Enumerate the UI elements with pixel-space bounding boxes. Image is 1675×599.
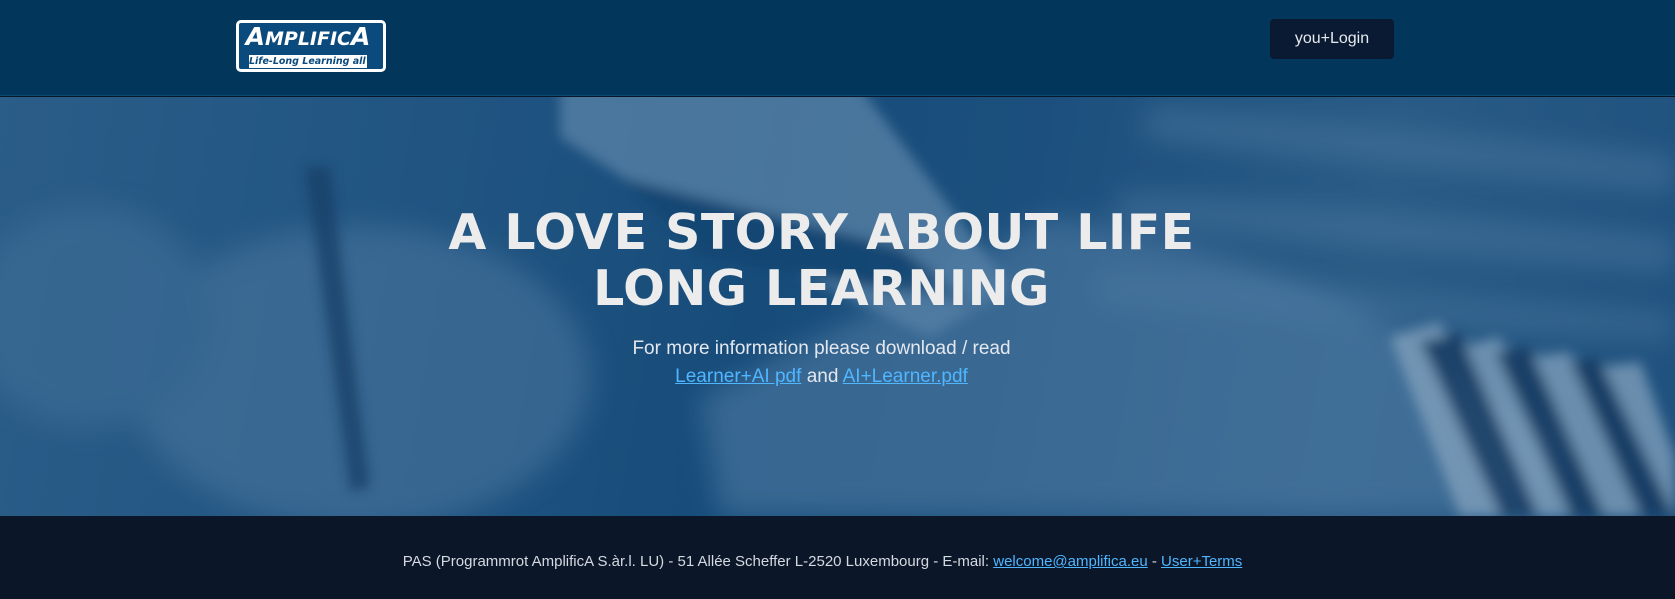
hero-title-line-2: LONG LEARNING (593, 260, 1050, 317)
email-link[interactable]: welcome@amplifica.eu (993, 553, 1147, 570)
logo-wordmark: AMPLIFICA (245, 22, 371, 51)
hero-conjunction: and (806, 366, 839, 387)
login-button[interactable]: you+Login (1270, 19, 1394, 59)
hero-section: A LOVE STORY ABOUT LIFE LONG LEARNING Fo… (0, 97, 1675, 516)
footer-contact: PAS (Programmrot AmplificA S.àr.l. LU) -… (0, 553, 1645, 570)
logo-tagline: Life-Long Learning all in (249, 55, 380, 68)
footer-separator: - (1151, 553, 1157, 570)
hero-title-line-1: A LOVE STORY ABOUT LIFE (448, 204, 1195, 261)
user-terms-link[interactable]: User+Terms (1161, 553, 1242, 570)
hero-title: A LOVE STORY ABOUT LIFE LONG LEARNING (400, 205, 1243, 317)
site-header: AMPLIFICA Life-Long Learning all in you+… (0, 0, 1675, 96)
ai-learner-pdf-link[interactable]: AI+Learner.pdf (843, 366, 968, 387)
learner-ai-pdf-link[interactable]: Learner+AI pdf (675, 366, 801, 387)
site-footer: PAS (Programmrot AmplificA S.àr.l. LU) -… (0, 516, 1675, 599)
hero-info: For more information please download / r… (500, 335, 1143, 391)
hero-info-text: For more information please download / r… (632, 338, 1011, 359)
footer-address: PAS (Programmrot AmplificA S.àr.l. LU) -… (402, 553, 990, 570)
amplifica-logo[interactable]: AMPLIFICA Life-Long Learning all in (236, 20, 386, 72)
